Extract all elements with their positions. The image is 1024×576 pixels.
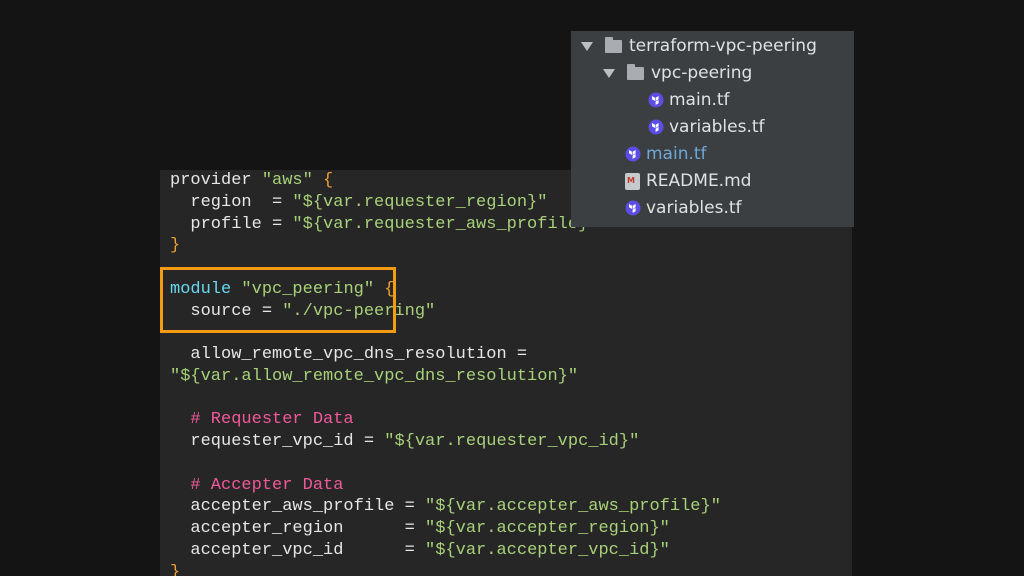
code-line: # Accepter Data [170,475,721,497]
folder-icon [605,36,622,53]
code-token: } [170,236,181,256]
code-token: { [312,171,334,190]
code-token: "${var.accepter_vpc_id}" [425,540,670,560]
code-token: requester_vpc_id = [170,432,385,451]
code-token: # Accepter Data [170,475,344,495]
tree-item[interactable]: vpc-peering [603,60,752,86]
tree-item-label: variables.tf [669,117,765,137]
code-line: accepter_region = "${var.accepter_region… [170,518,721,540]
code-token: profile = [170,214,293,234]
chevron-down-icon[interactable] [581,41,593,51]
code-token: "${var.requester_region}" [292,192,548,212]
slide: provider "aws" { region = "${var.request… [0,0,1024,576]
code-token: # Requester Data [170,410,354,430]
code-token: "${var.allow_remote_vpc_dns_resolution}" [170,366,579,386]
tree-item[interactable]: variables.tf [648,114,765,140]
tree-item[interactable]: main.tf [648,87,730,113]
chevron-down-icon[interactable] [603,68,615,78]
code-token: allow_remote_vpc_dns_resolution = [170,345,538,364]
code-token: "${var.accepter_region}" [425,519,670,538]
code-line: requester_vpc_id = "${var.requester_vpc_… [170,431,721,453]
tree-item[interactable]: variables.tf [625,195,742,221]
code-token: "${var.accepter_aws_profile}" [425,497,721,517]
folder-icon [627,63,644,80]
tree-item-label: variables.tf [646,198,742,218]
tree-item[interactable]: terraform-vpc-peering [581,33,817,59]
terraform-file-icon [648,119,664,135]
terraform-file-icon [625,200,641,216]
code-token: "${var.requester_aws_profile}" [292,214,599,234]
tree-item-label: terraform-vpc-peering [629,36,817,56]
code-line: "${var.allow_remote_vpc_dns_resolution}" [170,366,721,388]
code-token: "aws" [261,171,313,190]
project-tree-panel: terraform-vpc-peering vpc-peering main.tf v… [571,31,854,227]
code-line: } [170,235,721,257]
code-token: accepter_aws_profile = [170,497,426,517]
code-token: accepter_vpc_id = [170,540,426,560]
code-token: "${var.requester_vpc_id}" [384,432,640,451]
code-editor[interactable]: provider "aws" { region = "${var.request… [170,170,721,576]
code-token: accepter_region = [170,519,426,538]
markdown-file-icon [625,172,640,190]
code-token: region = [170,192,293,212]
code-line: } [170,562,721,576]
terraform-file-icon [648,92,664,108]
code-line: accepter_vpc_id = "${var.accepter_vpc_id… [170,540,721,562]
code-token: } [170,562,181,576]
code-line: # Requester Data [170,409,721,431]
code-line: accepter_aws_profile = "${var.accepter_a… [170,496,721,518]
terraform-file-icon [625,146,641,162]
tree-item[interactable]: main.tf [625,141,707,167]
tree-item-label: main.tf [646,144,707,164]
code-line: allow_remote_vpc_dns_resolution = [170,344,721,366]
code-token: provider [170,171,262,190]
tree-item-label: README.md [646,171,752,191]
tree-item[interactable]: README.md [625,168,751,194]
tree-item-label: vpc-peering [651,63,753,83]
tree-item-label: main.tf [669,90,730,110]
module-highlight-box [160,267,396,333]
